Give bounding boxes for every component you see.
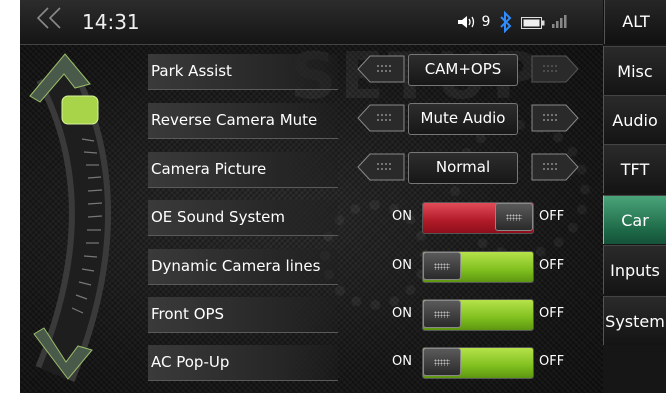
- category-sidebar: Misc Audio TFT Car Inputs System: [603, 44, 666, 393]
- toggle-knob[interactable]: [495, 203, 533, 231]
- setting-label: Camera Picture: [148, 152, 338, 188]
- prev-arrow-button[interactable]: [356, 152, 406, 182]
- setting-value: Normal: [408, 152, 518, 184]
- on-label: ON: [392, 354, 412, 369]
- volume-level: 9: [481, 14, 491, 30]
- toggle-knob[interactable]: [423, 300, 461, 328]
- setting-label: AC Pop-Up: [148, 345, 338, 381]
- setting-row-ac-popup: AC Pop-Up ON OFF: [148, 339, 588, 383]
- toggle-knob[interactable]: [423, 252, 461, 280]
- off-label: OFF: [539, 209, 565, 224]
- prev-arrow-button[interactable]: [356, 54, 406, 84]
- setting-value: Mute Audio: [408, 103, 518, 135]
- setting-row-reverse-camera-mute: Reverse Camera Mute Mute Audio: [148, 97, 588, 141]
- next-arrow-button[interactable]: [530, 103, 580, 133]
- double-chevron-left-icon: [36, 7, 61, 29]
- head-unit-screen: SETUP 14:31 9: [20, 0, 666, 393]
- setting-label: Park Assist: [148, 54, 338, 90]
- off-label: OFF: [539, 306, 565, 321]
- signal-icon: [552, 15, 567, 28]
- battery-icon: [521, 17, 545, 29]
- on-label: ON: [392, 258, 412, 273]
- setting-label: Dynamic Camera lines: [148, 249, 338, 285]
- dynamic-camera-lines-toggle[interactable]: [422, 251, 534, 283]
- setting-label: Front OPS: [148, 297, 338, 333]
- setting-label: OE Sound System: [148, 200, 338, 236]
- setting-row-park-assist: Park Assist CAM+OPS: [148, 48, 588, 92]
- scroll-dial[interactable]: [20, 44, 130, 393]
- sidebar-item-tft[interactable]: TFT: [603, 144, 666, 193]
- oe-sound-system-toggle[interactable]: [422, 202, 534, 234]
- setting-label: Reverse Camera Mute: [148, 103, 338, 139]
- gear-decoration: [450, 120, 590, 260]
- toggle-knob[interactable]: [423, 348, 461, 376]
- setting-value: CAM+OPS: [408, 54, 518, 86]
- sidebar-item-system[interactable]: System: [603, 296, 666, 345]
- sidebar-item-car[interactable]: Car: [603, 195, 666, 244]
- prev-arrow-button[interactable]: [356, 103, 406, 133]
- alt-button[interactable]: ALT: [604, 0, 666, 45]
- next-arrow-button[interactable]: [530, 54, 580, 84]
- sidebar-item-audio[interactable]: Audio: [603, 95, 666, 144]
- volume-indicator: 9: [457, 14, 490, 30]
- bluetooth-icon: [500, 11, 512, 33]
- setting-row-camera-picture: Camera Picture Normal: [148, 146, 588, 190]
- status-bar: 14:31 9: [20, 0, 603, 45]
- ac-popup-toggle[interactable]: [422, 347, 534, 379]
- volume-icon: [458, 16, 475, 28]
- on-label: ON: [392, 209, 412, 224]
- clock: 14:31: [82, 10, 140, 34]
- front-ops-toggle[interactable]: [422, 299, 534, 331]
- on-label: ON: [392, 306, 412, 321]
- dial-indicator: [61, 95, 99, 125]
- setting-row-dynamic-camera-lines: Dynamic Camera lines ON OFF: [148, 243, 588, 287]
- sidebar-item-inputs[interactable]: Inputs: [603, 245, 666, 294]
- off-label: OFF: [539, 354, 565, 369]
- next-arrow-button[interactable]: [530, 152, 580, 182]
- off-label: OFF: [539, 258, 565, 273]
- back-button[interactable]: [34, 6, 74, 38]
- sidebar-item-misc[interactable]: Misc: [603, 46, 666, 95]
- setting-row-front-ops: Front OPS ON OFF: [148, 291, 588, 335]
- setting-row-oe-sound-system: OE Sound System ON OFF: [148, 194, 588, 238]
